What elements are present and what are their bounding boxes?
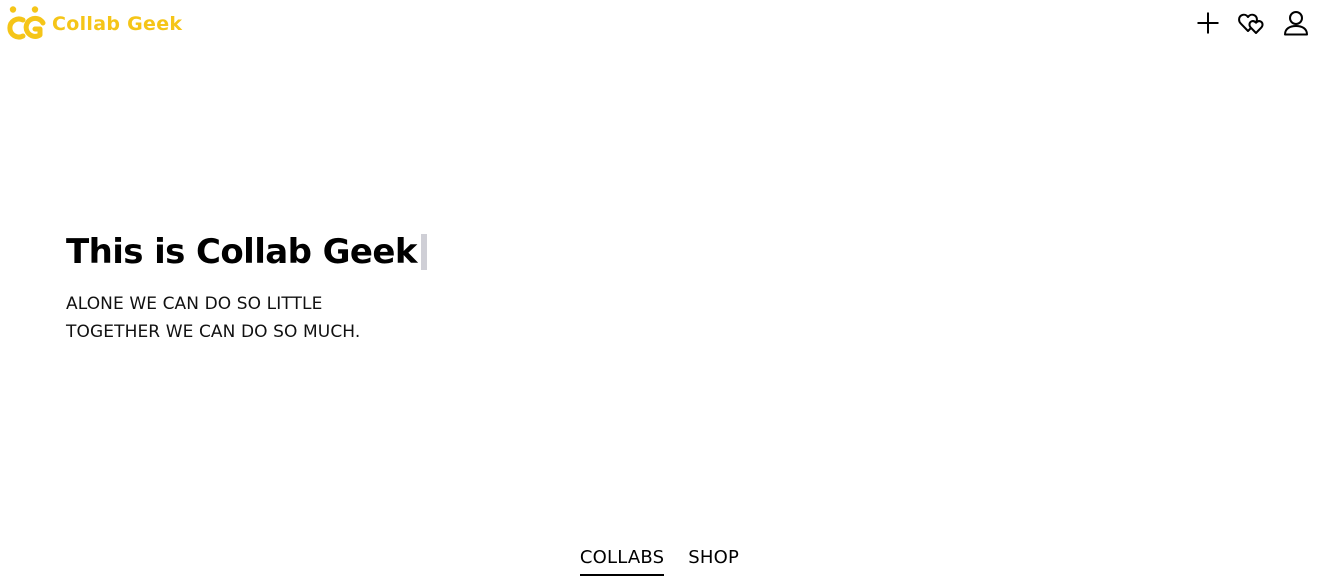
hero-subtitle-line-2: TOGETHER WE CAN DO SO MUCH.	[66, 322, 361, 342]
plus-icon[interactable]	[1193, 8, 1223, 38]
hero-section: This is Collab Geek ALONE WE CAN DO SO L…	[66, 226, 427, 346]
hero-title-row: This is Collab Geek	[66, 226, 427, 278]
header-actions	[1179, 8, 1311, 38]
logo-mark-icon	[7, 6, 46, 40]
typing-caret	[420, 234, 427, 270]
tab-collabs[interactable]: COLLABS	[579, 544, 665, 576]
hero-subtitle-line-1: ALONE WE CAN DO SO LITTLE	[66, 294, 323, 314]
hero-subtitle: ALONE WE CAN DO SO LITTLE TOGETHER WE CA…	[66, 290, 427, 346]
hearts-icon[interactable]	[1237, 8, 1267, 38]
hero-title: This is Collab Geek	[66, 232, 417, 272]
user-icon[interactable]	[1281, 8, 1311, 38]
content-tabs: COLLABS SHOP	[0, 544, 1319, 576]
top-header: Collab Geek	[0, 0, 1319, 52]
brand-name: Collab Geek	[52, 13, 183, 35]
brand-logo[interactable]: Collab Geek	[4, 3, 182, 45]
tab-shop[interactable]: SHOP	[688, 544, 739, 576]
